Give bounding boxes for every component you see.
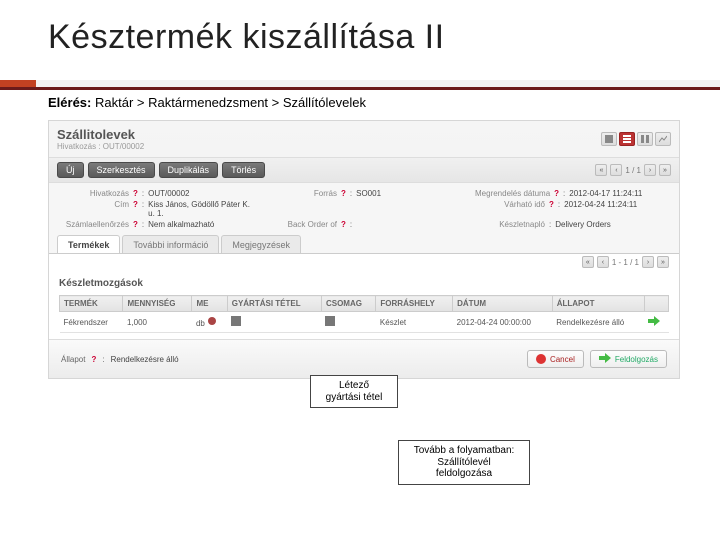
title-rule [0, 80, 720, 90]
view-switcher [601, 132, 671, 146]
log-value: Delivery Orders [555, 220, 611, 229]
ref-label: Hivatkozás [57, 142, 96, 151]
col-qty[interactable]: MENNYISÉG [123, 296, 192, 312]
app-screenshot: Szállitolevek Hivatkozás : OUT/00002 Új … [48, 120, 680, 379]
pager-next-icon[interactable]: › [644, 164, 656, 176]
table-pager: « ‹ 1 - 1 / 1 › » [582, 256, 669, 268]
delete-button[interactable]: Törlés [222, 162, 265, 178]
footer-state-label: Állapot [61, 355, 85, 364]
col-state[interactable]: ÁLLAPOT [552, 296, 644, 312]
section-title: Készletmozgások [59, 278, 669, 289]
col-uom[interactable]: ME [192, 296, 227, 312]
process-button[interactable]: Feldolgozás [590, 350, 667, 368]
ref-value: OUT/00002 [103, 142, 144, 151]
callout-lot: Létezőgyártási tétel [310, 375, 398, 408]
pager-pos: 1 / 1 [625, 166, 641, 175]
record-pager: « ‹ 1 / 1 › » [595, 164, 671, 176]
col-product[interactable]: TERMÉK [60, 296, 123, 312]
view-graph-icon[interactable] [655, 132, 671, 146]
tpager-first-icon[interactable]: « [582, 256, 594, 268]
col-lot[interactable]: GYÁRTÁSI TÉTEL [227, 296, 321, 312]
cell-date: 2012-04-24 00:00:00 [453, 312, 553, 333]
table-row[interactable]: Fékrendszer 1,000 db Készlet 2012-04-24 … [60, 312, 669, 333]
cell-srcloc: Készlet [376, 312, 453, 333]
orderdate-value: 2012-04-17 11:24:11 [569, 189, 642, 198]
backorder-label: Back Order of [267, 220, 337, 229]
cell-uom: db [192, 312, 227, 333]
tpager-prev-icon[interactable]: ‹ [597, 256, 609, 268]
invoice-value: Nem alkalmazható [148, 220, 214, 229]
reference-value: OUT/00002 [148, 189, 189, 198]
orderdate-label: Megrendelés dátuma [475, 189, 550, 198]
cell-pack[interactable] [321, 312, 375, 333]
breadcrumb-path: Raktár > Raktármenedzsment > Szállítólev… [95, 95, 366, 110]
view-list-icon[interactable] [619, 132, 635, 146]
cell-product: Fékrendszer [60, 312, 123, 333]
arrow-right-icon[interactable] [648, 319, 660, 328]
breadcrumb-label: Elérés: [48, 95, 91, 110]
process-arrow-icon [599, 353, 611, 365]
tab-products[interactable]: Termékek [57, 235, 120, 253]
tpager-last-icon[interactable]: » [657, 256, 669, 268]
col-srcloc[interactable]: FORRÁSHELY [376, 296, 453, 312]
tpager-pos: 1 - 1 / 1 [612, 258, 639, 267]
col-pack[interactable]: CSOMAG [321, 296, 375, 312]
pager-last-icon[interactable]: » [659, 164, 671, 176]
tab-notes[interactable]: Megjegyzések [221, 235, 301, 253]
page-heading: Szállitolevek [57, 127, 144, 142]
tab-more-info[interactable]: További információ [122, 235, 219, 253]
invoice-label: Számlaellenőrzés [59, 220, 129, 229]
view-kanban-icon[interactable] [637, 132, 653, 146]
stock-moves-table: TERMÉK MENNYISÉG ME GYÁRTÁSI TÉTEL CSOMA… [59, 295, 669, 333]
cell-qty: 1,000 [123, 312, 192, 333]
cell-state: Rendelkezésre álló [552, 312, 644, 333]
pack-select-icon[interactable] [325, 316, 335, 326]
duplicate-button[interactable]: Duplikálás [159, 162, 219, 178]
cancel-button[interactable]: Cancel [527, 350, 584, 368]
source-label: Forrás [267, 189, 337, 198]
reference-label: Hivatkozás [59, 189, 129, 198]
slide-title: Késztermék kiszállítása II [48, 18, 680, 57]
new-button[interactable]: Új [57, 162, 84, 178]
log-label: Készletnapló [475, 220, 545, 229]
expect-value: 2012-04-24 11:24:11 [564, 200, 637, 209]
pager-first-icon[interactable]: « [595, 164, 607, 176]
address-label: Cím [59, 200, 129, 209]
edit-button[interactable]: Szerkesztés [88, 162, 155, 178]
uom-icon[interactable] [207, 316, 217, 326]
address-value: Kiss János, Gödöllő Páter K. u. 1. [148, 200, 253, 218]
lot-select-icon[interactable] [231, 316, 241, 326]
tpager-next-icon[interactable]: › [642, 256, 654, 268]
cell-action[interactable] [644, 312, 668, 333]
callout-process: Tovább a folyamatban:Szállítólevélfeldol… [398, 440, 530, 485]
footer-state-value: Rendelkezésre álló [111, 355, 179, 364]
expect-label: Várható idő [475, 200, 545, 209]
cell-lot[interactable] [227, 312, 321, 333]
cancel-icon [536, 354, 546, 364]
pager-prev-icon[interactable]: ‹ [610, 164, 622, 176]
view-form-icon[interactable] [601, 132, 617, 146]
breadcrumb: Elérés: Raktár > Raktármenedzsment > Szá… [48, 95, 680, 110]
source-value: SO001 [356, 189, 381, 198]
col-date[interactable]: DÁTUM [453, 296, 553, 312]
